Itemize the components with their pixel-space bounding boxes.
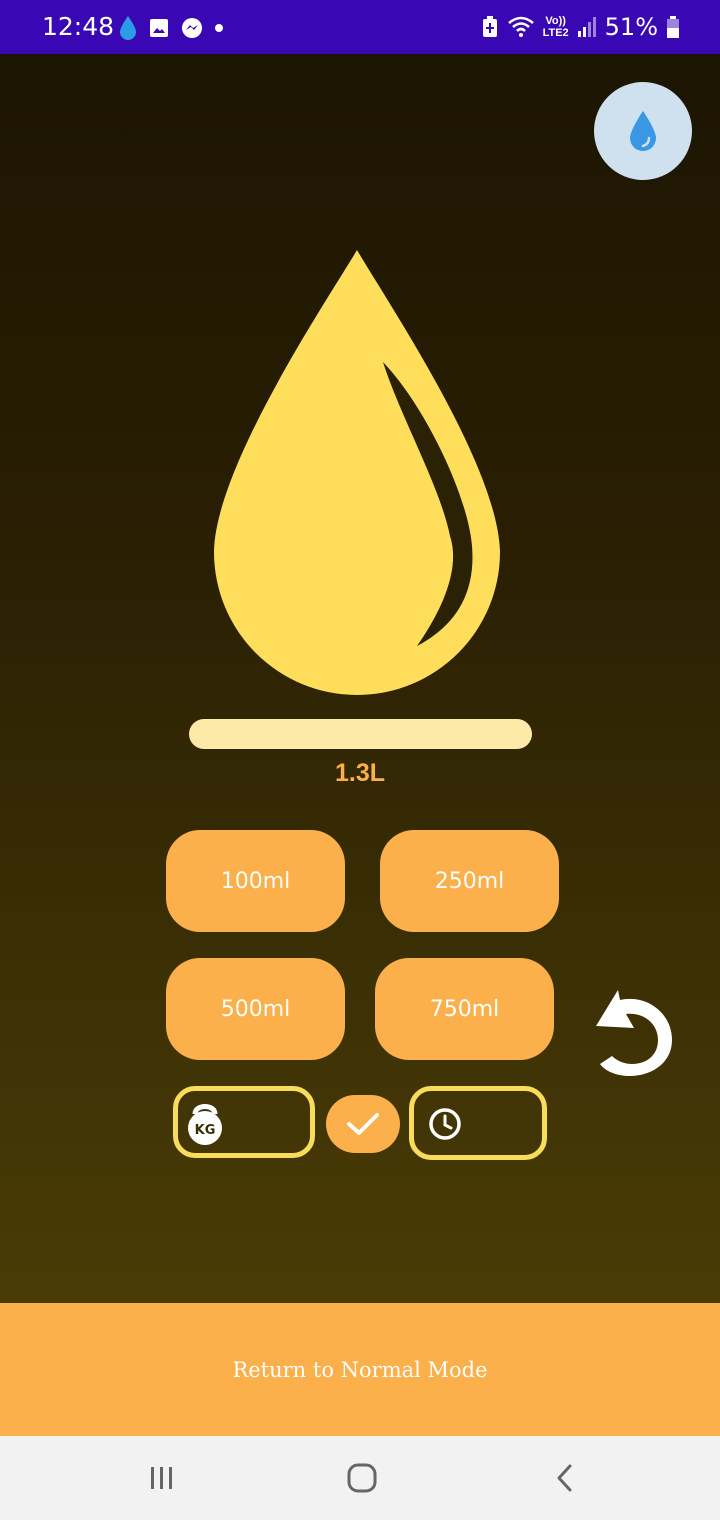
water-drop-icon <box>630 111 656 151</box>
clock-icon <box>429 1108 461 1140</box>
more-notifications-dot-icon <box>215 24 223 32</box>
intake-progress-bar <box>189 719 532 749</box>
status-time: 12:48 <box>42 12 115 41</box>
add-100ml-button[interactable]: 100ml <box>166 830 345 932</box>
water-drop-icon <box>214 250 500 695</box>
kettlebell-label: KG <box>195 1123 216 1138</box>
back-button[interactable] <box>539 1458 589 1498</box>
kettlebell-icon: KG <box>188 1104 222 1145</box>
system-nav-bar <box>0 1436 720 1520</box>
signal-icon <box>577 17 596 37</box>
messenger-notification-icon <box>182 18 202 38</box>
battery-percent: 51% <box>604 13 658 41</box>
intake-amount: 1.3L <box>334 759 386 787</box>
checkmark-icon <box>347 1113 379 1135</box>
add-250ml-button[interactable]: 250ml <box>380 830 559 932</box>
status-bar: 12:48 Vo)) LTE2 51% <box>0 0 720 54</box>
add-750ml-label: 750ml <box>429 996 500 1022</box>
undo-icon[interactable] <box>590 982 682 1078</box>
battery-icon <box>667 16 679 38</box>
home-icon <box>347 1463 377 1493</box>
confirm-button[interactable] <box>326 1095 400 1153</box>
data-saver-icon <box>482 16 497 37</box>
water-mode-button[interactable] <box>594 82 692 180</box>
add-250ml-label: 250ml <box>434 868 505 894</box>
add-750ml-button[interactable]: 750ml <box>375 958 554 1060</box>
recents-icon <box>151 1467 172 1489</box>
wifi-icon <box>507 16 534 37</box>
return-to-normal-mode-label: Return to Normal Mode <box>232 1357 488 1382</box>
app-content: 1.3L 100ml 250ml 500ml 750ml KG <box>0 54 720 1303</box>
home-button[interactable] <box>337 1458 387 1498</box>
time-field[interactable] <box>409 1086 547 1160</box>
water-drop-notification-icon <box>120 16 136 40</box>
add-500ml-button[interactable]: 500ml <box>166 958 345 1060</box>
back-icon <box>557 1464 572 1492</box>
gallery-notification-icon <box>150 19 168 37</box>
return-to-normal-mode-button[interactable]: Return to Normal Mode <box>0 1303 720 1436</box>
recents-button[interactable] <box>137 1458 187 1498</box>
network-label: LTE2 <box>542 27 569 39</box>
volte-label: Vo)) <box>545 15 566 27</box>
add-500ml-label: 500ml <box>220 996 291 1022</box>
add-100ml-label: 100ml <box>220 868 291 894</box>
intake-progress-fill <box>189 719 532 749</box>
weight-field[interactable]: KG <box>173 1086 315 1158</box>
